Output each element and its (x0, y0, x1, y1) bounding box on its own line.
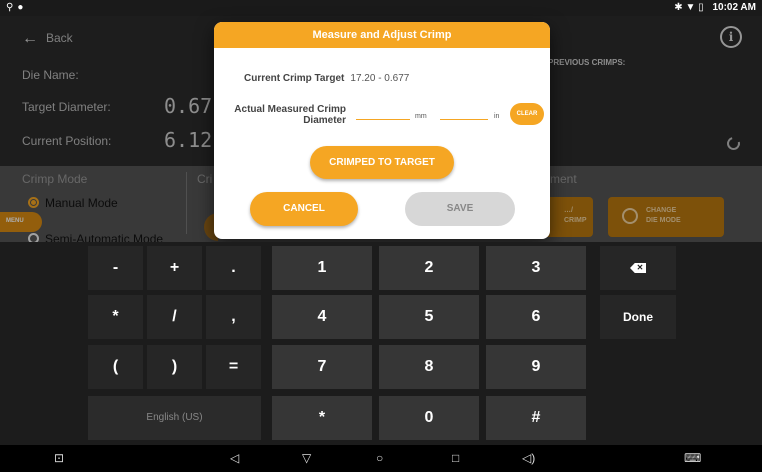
key-period[interactable]: . (206, 246, 261, 290)
status-right: ✱ ▼ ▯ 10:02 AM (674, 2, 756, 13)
numeric-keyboard: - + . 1 2 3 ✕ * / , 4 5 6 Done ( ) = 7 8… (0, 242, 762, 445)
dialog-title: Measure and Adjust Crimp (214, 22, 550, 48)
current-target-value: 17.20 - 0.677 (350, 73, 410, 84)
mm-unit-label: mm (415, 113, 427, 120)
key-slash[interactable]: / (147, 295, 202, 339)
usb-icon: ⚲ (6, 2, 18, 13)
key-7[interactable]: 7 (272, 345, 372, 389)
key-5[interactable]: 5 (379, 295, 479, 339)
key-equals[interactable]: = (206, 345, 261, 389)
key-8[interactable]: 8 (379, 345, 479, 389)
location-icon: ● (17, 2, 28, 13)
cancel-button[interactable]: CANCEL (250, 192, 358, 226)
key-backspace[interactable]: ✕ (600, 246, 676, 290)
key-done[interactable]: Done (600, 295, 676, 339)
volume-down-icon[interactable]: ◁ (230, 451, 239, 465)
key-open-paren[interactable]: ( (88, 345, 143, 389)
key-4[interactable]: 4 (272, 295, 372, 339)
back-triangle-icon[interactable]: ▽ (302, 451, 311, 465)
in-unit-label: in (494, 113, 500, 120)
save-button[interactable]: SAVE (405, 192, 515, 226)
crimped-to-target-button[interactable]: CRIMPED TO TARGET (310, 146, 454, 179)
key-0[interactable]: 0 (379, 396, 479, 440)
key-hash[interactable]: # (486, 396, 586, 440)
measure-adjust-dialog: Measure and Adjust Crimp Current Crimp T… (214, 22, 550, 239)
key-2[interactable]: 2 (379, 246, 479, 290)
clock: 10:02 AM (712, 2, 756, 13)
current-target-row: Current Crimp Target 17.20 - 0.677 (244, 73, 409, 84)
key-3[interactable]: 3 (486, 246, 586, 290)
key-asterisk[interactable]: * (88, 295, 143, 339)
screenshot-icon[interactable]: ⊡ (54, 451, 64, 465)
key-plus[interactable]: + (147, 246, 202, 290)
status-left-icons: ⚲● (6, 2, 27, 13)
navigation-bar: ⊡ ◁ ▽ ○ □ ◁) ⌨ (0, 445, 762, 472)
backspace-icon: ✕ (630, 263, 646, 273)
key-1[interactable]: 1 (272, 246, 372, 290)
home-circle-icon[interactable]: ○ (376, 451, 383, 465)
key-6[interactable]: 6 (486, 295, 586, 339)
mm-input[interactable] (356, 119, 410, 120)
actual-measured-label: Actual Measured Crimp Diameter (234, 104, 346, 126)
wifi-icon: ▼ (685, 2, 696, 13)
key-minus[interactable]: - (88, 246, 143, 290)
in-input[interactable] (440, 119, 488, 120)
battery-icon: ▯ (698, 2, 704, 13)
key-star[interactable]: * (272, 396, 372, 440)
key-language[interactable]: English (US) (88, 396, 261, 440)
keyboard-icon[interactable]: ⌨ (684, 451, 701, 465)
status-bar: ⚲● ✱ ▼ ▯ 10:02 AM (0, 0, 762, 16)
key-9[interactable]: 9 (486, 345, 586, 389)
key-close-paren[interactable]: ) (147, 345, 202, 389)
current-target-label: Current Crimp Target (244, 73, 345, 84)
key-comma[interactable]: , (206, 295, 261, 339)
volume-up-icon[interactable]: ◁) (522, 451, 535, 465)
recents-square-icon[interactable]: □ (452, 451, 459, 465)
clear-button[interactable]: CLEAR (510, 103, 544, 125)
bluetooth-icon: ✱ (674, 2, 683, 13)
